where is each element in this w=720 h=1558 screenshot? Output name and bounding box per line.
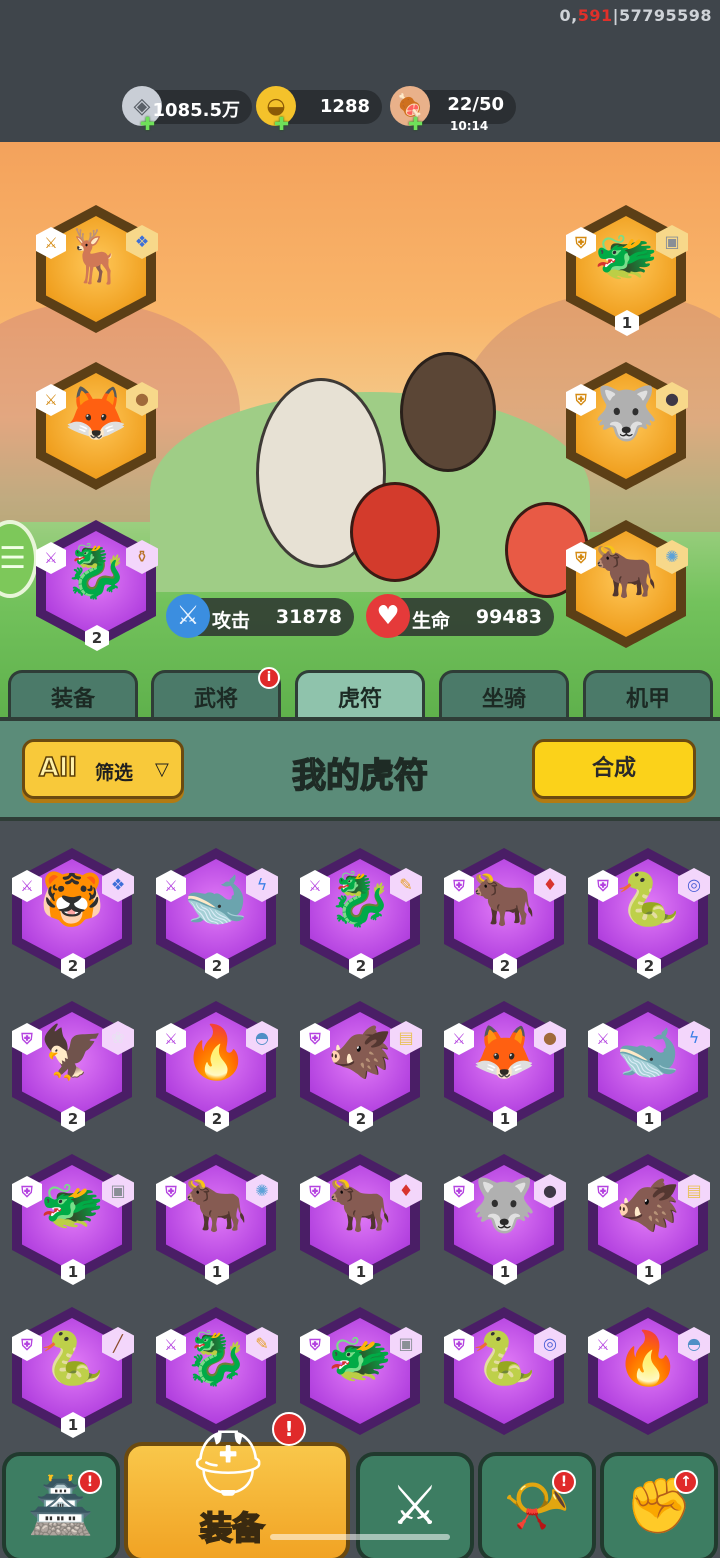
nav-alert-badge: ! [552, 1470, 576, 1494]
bottom-nav: 🏯 ⛑ ⚔ 📯 ✊ [0, 1427, 720, 1558]
silver-value: 1085.5万 [152, 100, 240, 121]
tab-mecha[interactable]: 机甲 [583, 670, 713, 718]
filter-label: 筛选 [95, 762, 134, 784]
health-stat: ♥ 生命 99483 [366, 594, 554, 638]
category-tabs: 装备 武将 虎符 坐骑 机甲 [0, 670, 720, 718]
heart-icon: ♥ [366, 594, 410, 638]
stamina-timer: 10:14 [450, 119, 489, 133]
add-stamina-icon[interactable]: ✚ [408, 114, 423, 135]
menu-icon: ☰ [0, 541, 26, 576]
nav-alert-badge: ↑ [674, 1470, 698, 1494]
tally-slot[interactable]: 🐍 ⛨ ◎ [444, 1307, 566, 1435]
sword-icon: ⚔ [44, 234, 58, 252]
add-gold-icon[interactable]: ✚ [274, 114, 289, 135]
tab-alert-badge: i [258, 667, 280, 689]
shield-icon: ⛨ [309, 1336, 321, 1354]
gold-value: 1288 [319, 96, 370, 117]
shield-icon: ⛨ [597, 1183, 609, 1201]
red-panda-companion [350, 482, 440, 582]
tally-slot[interactable]: 🐲 ⛨ ▣ [300, 1307, 422, 1435]
tally-slot[interactable]: 🐺 ⛨ ● [566, 362, 688, 490]
filter-all-label: All [38, 752, 77, 784]
tally-slot[interactable]: 🐍 ⛨ ◎ 2 [588, 848, 710, 979]
crossed-swords-icon: ⚔ [390, 1474, 440, 1537]
tally-slot[interactable]: 🐲 ⛨ ▣ 1 [12, 1154, 134, 1285]
shield-icon: ⛨ [575, 549, 587, 567]
sword-icon: ⚔ [44, 391, 58, 409]
tally-slot[interactable]: 🔥 ⚔ ◓ 2 [156, 1001, 278, 1132]
tally-slot[interactable]: 🐂 ⛨ ✺ [566, 520, 688, 648]
shield-icon: ⛨ [21, 1183, 33, 1201]
tally-slot[interactable]: 🦌 ⚔ ❖ [36, 205, 158, 333]
tally-slot[interactable]: 🐉 ⚔ ✎ [156, 1307, 278, 1435]
stamina-resource[interactable]: 🍖 ✚ 22/50 10:14 [390, 86, 516, 135]
shield-icon: ⛨ [575, 234, 587, 252]
nav-alert-badge: ! [272, 1412, 306, 1446]
shield-icon: ⛨ [309, 1030, 321, 1048]
attack-stat: ⚔ 攻击 31878 [166, 594, 354, 638]
sword-icon: ⚔ [164, 877, 178, 895]
shield-icon: ⛨ [453, 1183, 465, 1201]
sword-icon: ⚔ [308, 877, 322, 895]
tally-slot[interactable]: 🐂 ⛨ ✺ 1 [156, 1154, 278, 1285]
tally-slot[interactable]: 🐉 ⚔ ⚱ 2 [36, 520, 158, 651]
shield-icon: ⛨ [597, 877, 609, 895]
shield-icon: ⛨ [575, 391, 587, 409]
shield-icon: ⛨ [21, 1030, 33, 1048]
nav-battle[interactable]: ⚔ [356, 1452, 474, 1558]
tally-slot[interactable]: 🐍 ⛨ ╱ 1 [12, 1307, 134, 1438]
tally-slot[interactable]: 🐺 ⛨ ● 1 [444, 1154, 566, 1285]
tally-slot[interactable]: 🔥 ⚔ ◓ [588, 1307, 710, 1435]
sword-icon: ⚔ [20, 877, 34, 895]
dropdown-triangle-icon: ▽ [155, 759, 169, 780]
home-indicator [270, 1534, 450, 1540]
tally-slot[interactable]: 🐂 ⛨ ♦ 2 [444, 848, 566, 979]
sword-icon: ⚔ [596, 1030, 610, 1048]
nav-alert-badge: ! [78, 1470, 102, 1494]
sword-icon: ⚔ [44, 549, 58, 567]
sword-icon: ⚔ [166, 594, 210, 638]
nav-shop[interactable]: 🏯 [2, 1452, 120, 1558]
tally-slot[interactable]: 🐯 ⚔ ❖ 2 [12, 848, 134, 979]
nav-warhorn[interactable]: 📯 [478, 1452, 596, 1558]
tally-slot[interactable]: 🦊 ⚔ ● 1 [444, 1001, 566, 1132]
sword-icon: ⚔ [164, 1030, 178, 1048]
tally-slot[interactable]: 🐲 ⛨ ▣ 1 [566, 205, 688, 336]
silver-resource[interactable]: ◈ ✚ 1085.5万 [122, 86, 252, 135]
tally-slot[interactable]: 🐂 ⛨ ♦ 1 [300, 1154, 422, 1285]
nav-upgrade[interactable]: ✊ [600, 1452, 718, 1558]
tab-tiger-tally[interactable]: 虎符 [295, 670, 425, 718]
shield-icon: ⛨ [165, 1183, 177, 1201]
sword-icon: ⚔ [452, 1030, 466, 1048]
attack-label: 攻击 [212, 610, 251, 632]
hero-character [400, 352, 496, 472]
health-value: 99483 [475, 606, 542, 628]
health-label: 生命 [412, 610, 451, 632]
tally-slot[interactable]: 🐉 ⚔ ✎ 2 [300, 848, 422, 979]
shield-icon: ⛨ [453, 1336, 465, 1354]
tally-slot[interactable]: 🐗 ⛨ ▤ 1 [588, 1154, 710, 1285]
debug-readout: 0,591|57795598 [559, 6, 712, 25]
tally-slot[interactable]: 🐋 ⚔ ϟ 1 [588, 1001, 710, 1132]
tab-mounts[interactable]: 坐骑 [439, 670, 569, 718]
tally-slot[interactable]: 🐗 ⛨ ▤ 2 [300, 1001, 422, 1132]
stamina-value: 22/50 [447, 94, 504, 115]
shield-icon: ⛨ [453, 877, 465, 895]
tab-equipment[interactable]: 装备 [8, 670, 138, 718]
tally-slot[interactable]: 🦊 ⚔ ● [36, 362, 158, 490]
tally-slot[interactable]: 🐋 ⚔ ϟ 2 [156, 848, 278, 979]
nav-equipment-label: 装备 [199, 1508, 265, 1548]
attack-value: 31878 [275, 606, 342, 628]
sword-icon: ⚔ [164, 1336, 178, 1354]
tally-slot[interactable]: 🦅 ⛨ ❀ 2 [12, 1001, 134, 1132]
shield-icon: ⛨ [21, 1336, 33, 1354]
sword-icon: ⚔ [596, 1336, 610, 1354]
combine-button[interactable]: 合成 [532, 739, 696, 799]
shield-icon: ⛨ [309, 1183, 321, 1201]
gold-resource[interactable]: ◒ ✚ 1288 [256, 86, 382, 135]
filter-button[interactable]: All 筛选 ▽ [22, 739, 184, 799]
page-title: 我的虎符 [291, 755, 429, 797]
